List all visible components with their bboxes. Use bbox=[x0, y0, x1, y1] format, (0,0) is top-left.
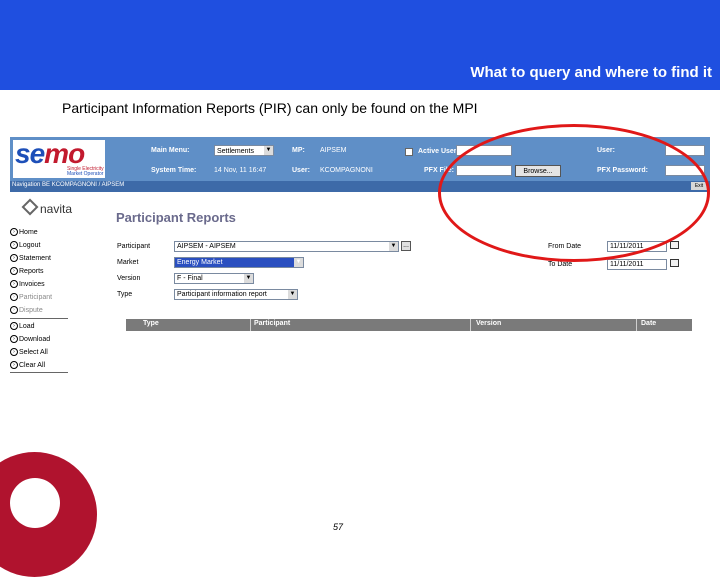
mp-value: AIPSEM bbox=[320, 147, 347, 154]
type-select[interactable]: Participant information report ▼ bbox=[174, 289, 298, 300]
sidebar-item-statement[interactable]: › Statement bbox=[10, 254, 51, 262]
system-time-label: System Time: bbox=[151, 167, 197, 174]
sidebar-item-load[interactable]: › Load bbox=[10, 322, 35, 330]
sidebar-item-reports[interactable]: › Reports bbox=[10, 267, 44, 275]
column-header-participant[interactable]: Participant bbox=[254, 320, 290, 327]
navita-diamond-icon bbox=[21, 198, 39, 216]
column-header-version[interactable]: Version bbox=[476, 320, 501, 327]
semo-tagline-2: Market Operator bbox=[67, 171, 104, 177]
column-divider bbox=[470, 319, 471, 331]
sidebar-item-dispute[interactable]: › Dispute bbox=[10, 306, 43, 314]
participant-lookup-button[interactable]: ... bbox=[401, 241, 411, 251]
slide-title: What to query and where to find it bbox=[470, 64, 712, 81]
column-header-date[interactable]: Date bbox=[641, 320, 656, 327]
column-divider bbox=[250, 319, 251, 331]
arrow-bullet-icon: › bbox=[10, 293, 18, 301]
to-date-field[interactable]: 11/11/2011 bbox=[607, 259, 667, 270]
page-title: Participant Reports bbox=[116, 210, 236, 225]
sidebar-item-participant[interactable]: › Participant bbox=[10, 293, 52, 301]
arrow-bullet-icon: › bbox=[10, 241, 18, 249]
calendar-icon[interactable] bbox=[670, 241, 679, 249]
user2-value: KCOMPAGNONI bbox=[320, 167, 373, 174]
type-label: Type bbox=[117, 291, 133, 298]
main-menu-label: Main Menu: bbox=[151, 147, 190, 154]
navita-logo: navita bbox=[21, 198, 72, 216]
market-select[interactable]: Energy Market ▼ bbox=[174, 257, 304, 268]
slide-subtitle: Participant Information Reports (PIR) ca… bbox=[62, 100, 478, 116]
mp-label: MP: bbox=[292, 147, 305, 154]
arrow-bullet-icon: › bbox=[10, 335, 18, 343]
chevron-down-icon: ▼ bbox=[294, 258, 303, 267]
arrow-bullet-icon: › bbox=[10, 254, 18, 262]
sidebar-item-select-all[interactable]: › Select All bbox=[10, 348, 48, 356]
arrow-bullet-icon: › bbox=[10, 228, 18, 236]
main-menu-select[interactable]: Settlements ▼ bbox=[214, 145, 274, 156]
arrow-bullet-icon: › bbox=[10, 306, 18, 314]
version-label: Version bbox=[117, 275, 141, 282]
arrow-bullet-icon: › bbox=[10, 267, 18, 275]
chevron-down-icon: ▼ bbox=[244, 274, 253, 283]
sidebar-item-home[interactable]: › Home bbox=[10, 228, 38, 236]
sidebar-item-invoices[interactable]: › Invoices bbox=[10, 280, 45, 288]
highlight-ellipse bbox=[438, 124, 710, 262]
system-time-value: 14 Nov, 11 16:47 bbox=[214, 167, 267, 174]
chevron-down-icon: ▼ bbox=[389, 242, 398, 251]
participant-select[interactable]: AIPSEM - AIPSEM ▼ bbox=[174, 241, 399, 252]
sidebar-item-clear-all[interactable]: › Clear All bbox=[10, 361, 45, 369]
to-date-label: To Date bbox=[548, 261, 573, 268]
calendar-icon[interactable] bbox=[670, 259, 679, 267]
participant-label: Participant bbox=[117, 243, 151, 250]
arrow-bullet-icon: › bbox=[10, 348, 18, 356]
arrow-bullet-icon: › bbox=[10, 361, 18, 369]
sidebar-item-download[interactable]: › Download bbox=[10, 335, 50, 343]
active-user-checkbox[interactable] bbox=[405, 148, 413, 156]
chevron-down-icon: ▼ bbox=[264, 146, 273, 155]
active-user-label: Active User bbox=[418, 148, 457, 155]
column-divider bbox=[636, 319, 637, 331]
page-number: 57 bbox=[333, 522, 344, 532]
market-label: Market bbox=[117, 259, 139, 266]
arrow-bullet-icon: › bbox=[10, 280, 18, 288]
results-table-header: Type Participant Version Date bbox=[126, 319, 692, 331]
sidebar: navita › Home › Logout › Statement › Reports… bbox=[10, 192, 103, 377]
sidebar-divider bbox=[10, 372, 68, 373]
version-select[interactable]: F - Final ▼ bbox=[174, 273, 254, 284]
column-header-type[interactable]: Type bbox=[143, 320, 159, 327]
sidebar-divider bbox=[10, 318, 68, 319]
semo-logo: semo Single Electricity Market Operator bbox=[13, 138, 105, 178]
chevron-down-icon: ▼ bbox=[288, 290, 297, 299]
semo-corner-logo-center bbox=[10, 478, 60, 528]
arrow-bullet-icon: › bbox=[10, 322, 18, 330]
user2-label: User: bbox=[292, 167, 310, 174]
sidebar-item-logout[interactable]: › Logout bbox=[10, 241, 40, 249]
breadcrumb-text: Navigation BE KCOMPAGNONI / AIPSEM bbox=[12, 182, 125, 188]
